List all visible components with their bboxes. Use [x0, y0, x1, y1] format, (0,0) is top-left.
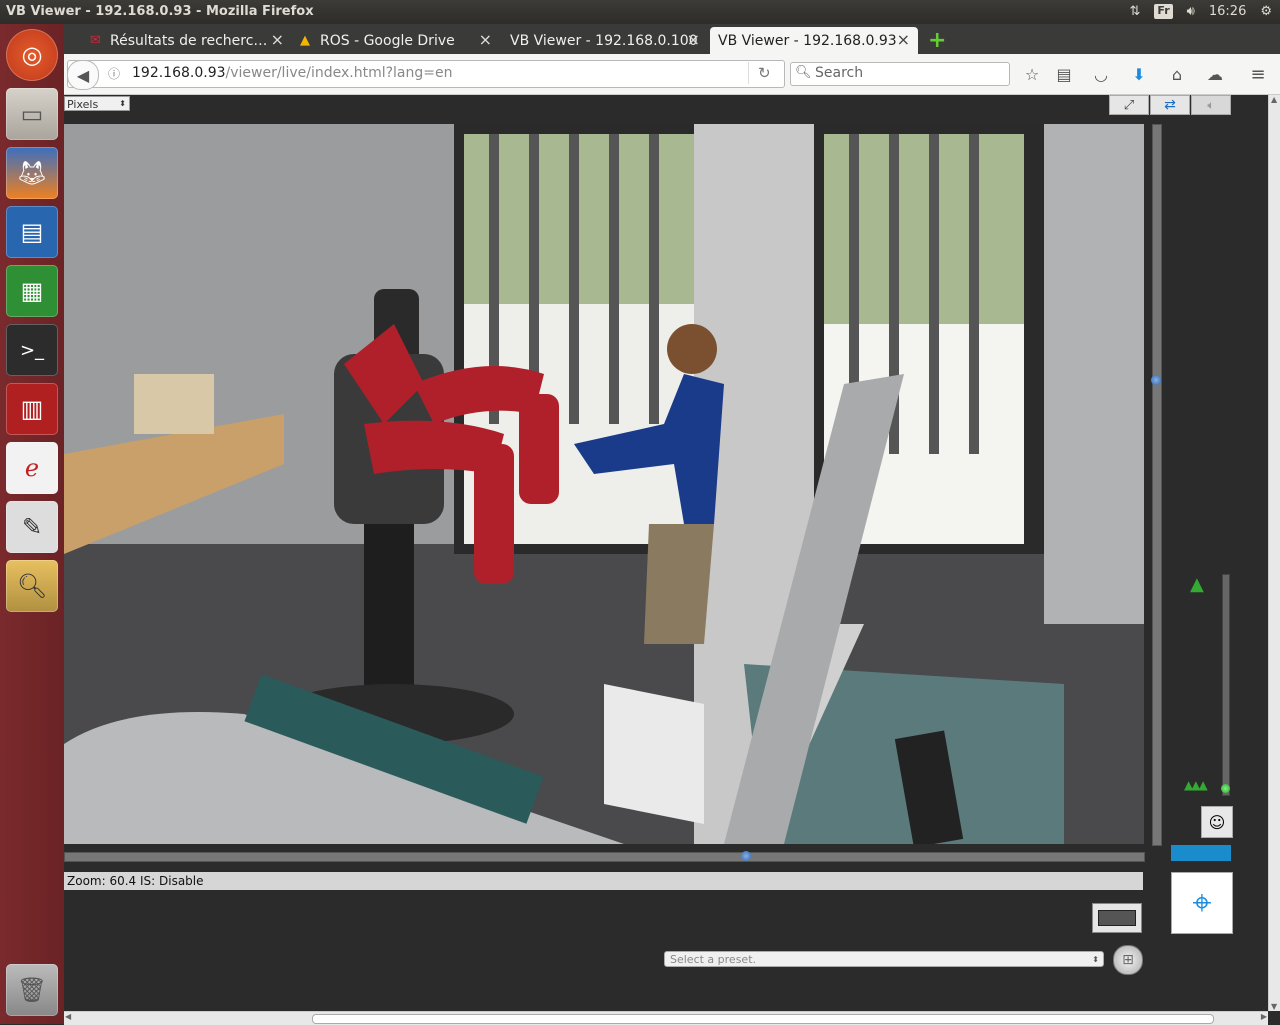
tab-label: Résultats de recherc…	[110, 32, 268, 49]
zoom-slider[interactable]	[1222, 574, 1230, 796]
chat-icon[interactable]: ☁	[1205, 64, 1225, 84]
tab-label: VB Viewer - 192.168.0.93	[718, 32, 897, 49]
zoom-slider-handle[interactable]	[1221, 784, 1230, 793]
tab-label: VB Viewer - 192.168.0.100	[510, 32, 698, 49]
url-bar[interactable]: ◀ ⓘ 192.168.0.93/viewer/live/index.html?…	[67, 60, 785, 90]
backlight-button[interactable]: ☺	[1201, 806, 1233, 838]
camera-frame	[64, 124, 1144, 844]
navigation-bar: ◀ ⓘ 192.168.0.93/viewer/live/index.html?…	[64, 54, 1280, 95]
mail-icon: ✉	[90, 33, 101, 48]
units-select-value: Pixels	[67, 98, 99, 111]
select-arrows-icon: ⬍	[119, 99, 126, 108]
fullscreen-button[interactable]: ⤢	[1109, 95, 1149, 115]
fullscreen-icon: ⤢	[1123, 97, 1135, 113]
blue-indicator-bar	[1171, 845, 1231, 861]
downloads-icon[interactable]: ⬇	[1129, 64, 1149, 84]
pdf-viewer-icon[interactable]: ℯ	[6, 442, 58, 494]
vertical-scrollbar[interactable]: ▲ ▼	[1268, 95, 1280, 1011]
audio-button[interactable]: 🔈︎	[1191, 95, 1231, 115]
bookmark-star-icon[interactable]: ☆	[1022, 64, 1042, 84]
zoom-wide-icon: ▲▲▲	[1184, 778, 1208, 792]
tab-gmail[interactable]: ✉ Résultats de recherc… ×	[84, 27, 292, 54]
reload-icon[interactable]: ↻	[758, 64, 771, 82]
search-input[interactable]: 🔍︎ Search	[790, 62, 1010, 86]
speaker-icon: 🔈︎	[1207, 97, 1215, 112]
scroll-down-icon[interactable]: ▼	[1271, 1002, 1277, 1011]
writer-icon[interactable]: ▤	[6, 206, 58, 258]
close-icon[interactable]: ×	[687, 30, 700, 49]
layout-grid-icon	[1098, 910, 1136, 926]
units-select[interactable]: Pixels ⬍	[64, 96, 130, 111]
preset-go-button[interactable]: ⊞	[1113, 945, 1143, 975]
keyboard-layout-indicator[interactable]: Fr	[1154, 4, 1173, 19]
ptz-control-button[interactable]: ⌖	[1171, 872, 1233, 934]
crosshair-icon: ⌖	[1192, 883, 1212, 923]
close-icon[interactable]: ×	[271, 30, 284, 49]
volume-icon[interactable]: 🔊︎	[1187, 4, 1195, 19]
tilt-slider[interactable]	[1152, 124, 1162, 846]
reading-list-icon[interactable]: ▤	[1054, 64, 1074, 84]
backlight-person-icon: ☺	[1208, 812, 1226, 832]
pan-slider[interactable]	[64, 852, 1145, 862]
tab-label: ROS - Google Drive	[320, 32, 455, 49]
preset-placeholder: Select a preset.	[670, 953, 757, 966]
url-divider	[748, 62, 749, 84]
files-icon[interactable]: ▭	[6, 88, 58, 140]
window-title: VB Viewer - 192.168.0.93 - Mozilla Firef…	[6, 4, 314, 19]
new-tab-icon[interactable]: +	[928, 28, 946, 53]
close-icon[interactable]: ×	[479, 30, 492, 49]
search-icon: 🔍︎	[795, 65, 812, 80]
home-icon[interactable]: ⌂	[1167, 64, 1187, 84]
tab-vb-viewer-100[interactable]: VB Viewer - 192.168.0.100 ×	[502, 27, 708, 54]
clock[interactable]: 16:26	[1209, 4, 1246, 19]
pan-slider-handle[interactable]	[741, 851, 751, 861]
firefox-icon[interactable]: 🦊︎	[6, 147, 58, 199]
swap-button[interactable]: ⇄	[1150, 95, 1190, 115]
scroll-up-icon[interactable]: ▲	[1271, 95, 1277, 104]
scroll-left-icon[interactable]: ◀	[65, 1012, 71, 1021]
live-video[interactable]	[64, 124, 1144, 844]
scroll-right-icon[interactable]: ▶	[1261, 1012, 1267, 1021]
gear-icon[interactable]: ⚙	[1260, 4, 1272, 19]
pocket-icon[interactable]: ◡	[1091, 64, 1111, 84]
zoom-status-bar: Zoom: 60.4 IS: Disable	[64, 872, 1143, 890]
network-icon[interactable]: ⇅	[1130, 4, 1141, 19]
ubuntu-dash-icon[interactable]: ◎	[6, 29, 58, 81]
preset-select[interactable]: Select a preset. ⬍	[664, 951, 1104, 967]
tab-bar: ✉ Résultats de recherc… × ▲ ROS - Google…	[64, 24, 1280, 54]
top-panel: VB Viewer - 192.168.0.93 - Mozilla Firef…	[0, 0, 1280, 24]
text-editor-icon[interactable]: ✎	[6, 501, 58, 553]
select-arrows-icon: ⬍	[1092, 955, 1099, 964]
info-icon[interactable]: ⓘ	[108, 65, 120, 82]
tilt-slider-handle[interactable]	[1151, 375, 1161, 385]
unity-launcher: ◎ ▭ 🦊︎ ▤ ▦ >_ ▥ ℯ ✎ 🔍︎ 🗑︎	[0, 24, 65, 1024]
grid-icon: ⊞	[1122, 952, 1134, 968]
tab-google-drive[interactable]: ▲ ROS - Google Drive ×	[294, 27, 500, 54]
close-icon[interactable]: ×	[897, 30, 910, 49]
terminal-icon[interactable]: >_	[6, 324, 58, 376]
back-button[interactable]: ◀	[67, 60, 99, 90]
horizontal-scroll-thumb[interactable]	[312, 1014, 1214, 1024]
image-viewer-icon[interactable]: 🔍︎	[6, 560, 58, 612]
calc-icon[interactable]: ▦	[6, 265, 58, 317]
swap-arrows-icon: ⇄	[1164, 97, 1176, 113]
back-arrow-icon: ◀	[76, 65, 90, 85]
terminator-icon[interactable]: ▥	[6, 383, 58, 435]
trash-icon[interactable]: 🗑︎	[6, 964, 58, 1016]
system-tray: ⇅ Fr 🔊︎ 16:26 ⚙	[1130, 4, 1272, 19]
horizontal-scrollbar[interactable]: ◀ ▶	[64, 1011, 1268, 1025]
drive-icon: ▲	[300, 33, 310, 48]
url-text: 192.168.0.93/viewer/live/index.html?lang…	[132, 65, 453, 81]
tab-vb-viewer-93[interactable]: VB Viewer - 192.168.0.93 ×	[710, 27, 918, 54]
menu-icon[interactable]: ≡	[1248, 64, 1268, 85]
zoom-tele-icon: ▲	[1190, 574, 1204, 595]
layout-button[interactable]	[1092, 903, 1142, 933]
search-placeholder: Search	[815, 65, 864, 81]
